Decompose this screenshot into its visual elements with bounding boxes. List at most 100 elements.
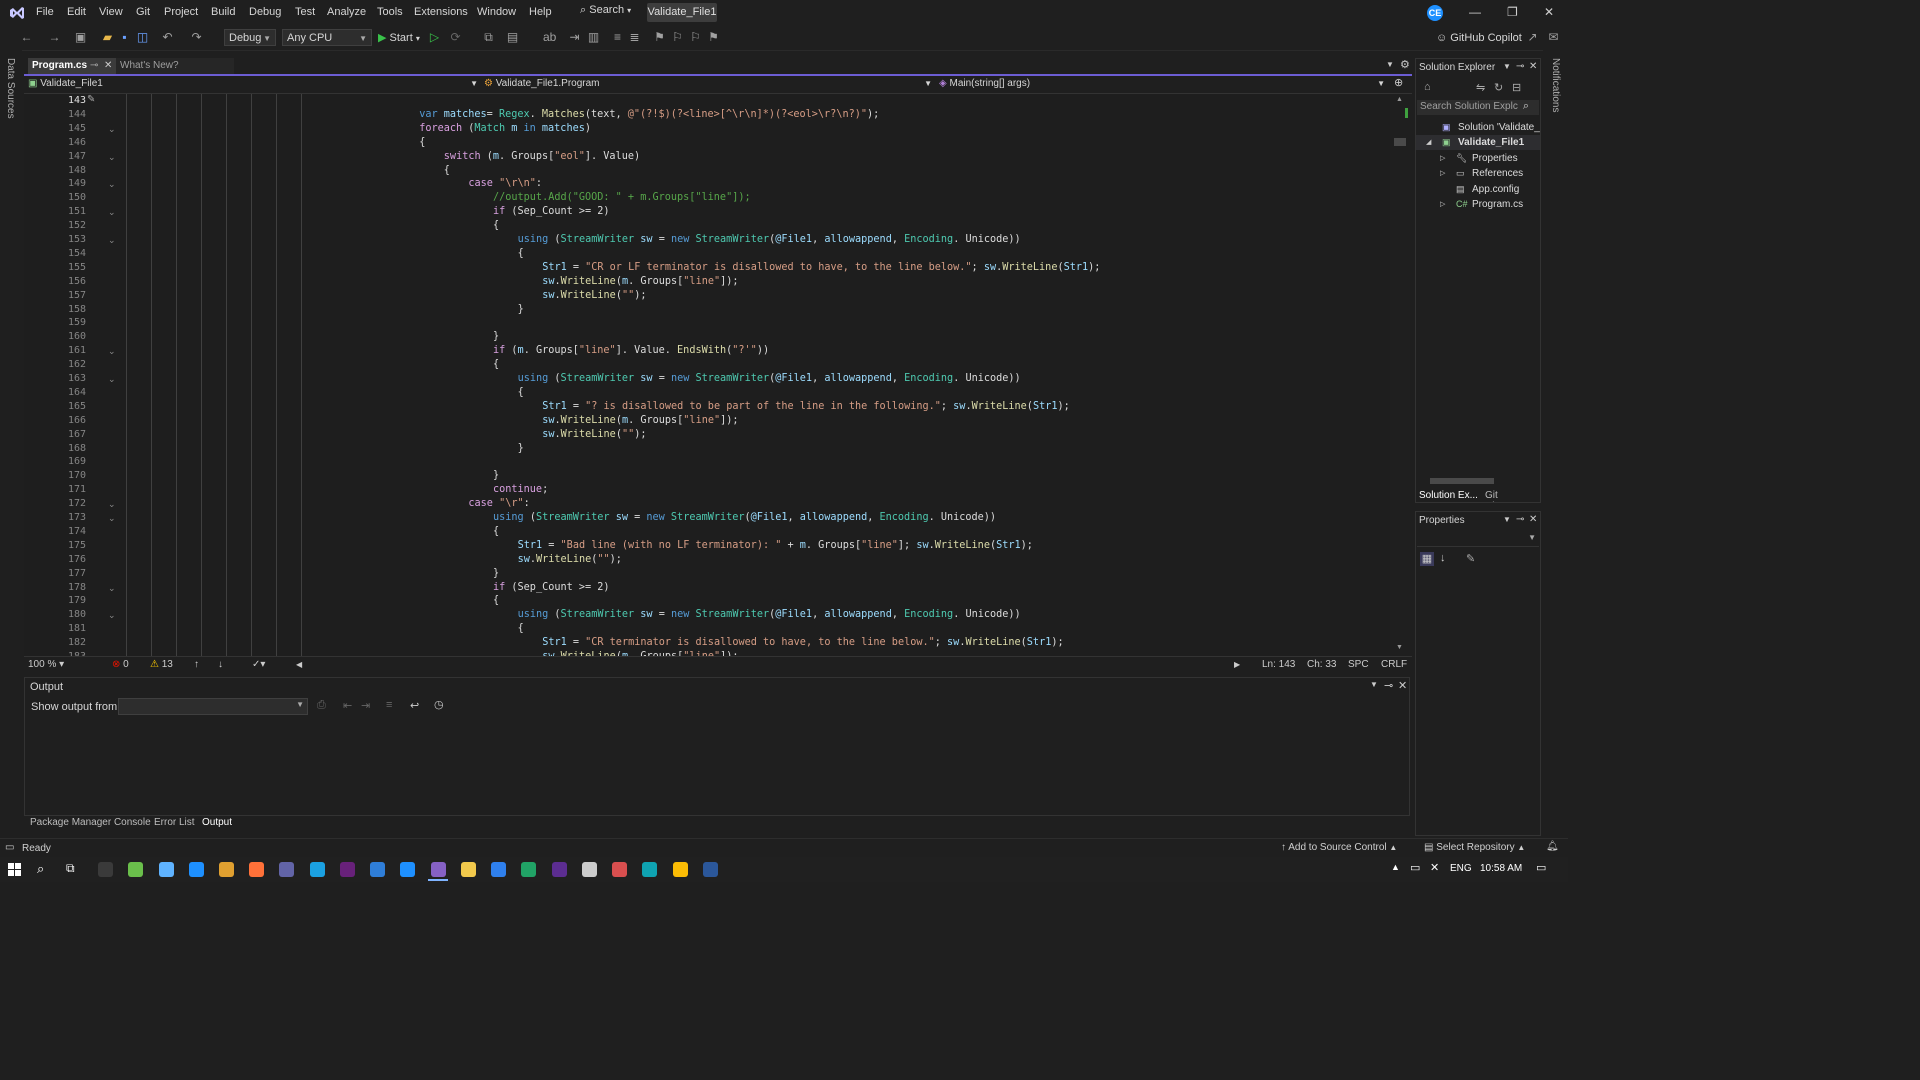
tree-item[interactable]: ▷ 🔧︎ Properties xyxy=(1416,151,1540,166)
expand-chevron-icon[interactable]: ▷ xyxy=(1440,197,1445,212)
alphabetical-icon[interactable]: ↓ xyxy=(1440,552,1446,564)
refresh-icon[interactable]: ↻ xyxy=(1494,81,1503,94)
scroll-thumb[interactable] xyxy=(1394,138,1406,146)
sync-icon[interactable]: ⇋ xyxy=(1476,81,1485,94)
notification-center-icon[interactable]: ▭ xyxy=(1536,861,1546,874)
bell-icon[interactable]: 🔔︎ xyxy=(1546,841,1559,852)
pin-icon[interactable]: ⊸ xyxy=(90,58,98,74)
language-indicator[interactable]: ENG xyxy=(1450,863,1472,874)
visual-studio-app-icon[interactable] xyxy=(431,862,446,877)
code-line[interactable]: 153 ⌄ using (StreamWriter sw = new StreamW… xyxy=(24,233,1390,247)
property-pages-icon[interactable]: ✎ xyxy=(1466,552,1475,565)
edge-dev-app-icon[interactable] xyxy=(189,862,204,877)
vs-code-app-icon[interactable] xyxy=(552,862,567,877)
code-line[interactable]: 172 ⌄ case "\r": xyxy=(24,497,1390,511)
code-line[interactable]: 146 { xyxy=(24,136,1390,150)
notifications-tab[interactable]: Notifications xyxy=(1550,58,1561,112)
thunderbird-app-icon[interactable] xyxy=(370,862,385,877)
tab-overflow-icon[interactable]: ▼ xyxy=(1386,60,1394,69)
forward-icon[interactable]: → xyxy=(48,31,61,44)
find-message-icon[interactable]: ⎙ xyxy=(317,699,326,712)
code-line[interactable]: 165 Str1 = "? is disallowed to be part of… xyxy=(24,400,1390,414)
tree-item[interactable]: ▷ C# Program.cs xyxy=(1416,197,1540,212)
close-icon[interactable]: ✕ xyxy=(1529,61,1537,72)
select-repository-button[interactable]: ▤ Select Repository ▲ xyxy=(1424,842,1525,853)
tree-item[interactable]: ▷ ▭ References xyxy=(1416,166,1540,181)
vscode-insiders-app-icon[interactable] xyxy=(310,862,325,877)
save-all-icon[interactable]: ◫ xyxy=(136,31,149,44)
pin-icon[interactable]: ⊸ xyxy=(1516,61,1524,72)
panel-options-icon[interactable]: ▼ xyxy=(1503,62,1511,71)
menu-item[interactable]: File xyxy=(36,6,54,18)
show-hidden-icons-icon[interactable]: ▲ xyxy=(1391,862,1400,872)
code-line[interactable]: 164 { xyxy=(24,386,1390,400)
tab-package-manager-console[interactable]: Package Manager Console xyxy=(30,817,151,828)
code-line[interactable]: 148 { xyxy=(24,164,1390,178)
close-icon[interactable]: ✕ xyxy=(1529,514,1537,525)
data-sources-tab[interactable]: Data Sources xyxy=(5,58,16,119)
fold-chevron-icon[interactable]: ⌄ xyxy=(108,150,116,164)
warning-indicator[interactable]: ⚠ 13 xyxy=(150,658,173,671)
scroll-up-icon[interactable]: ▲ xyxy=(1396,96,1403,103)
menu-item[interactable]: Debug xyxy=(249,6,281,18)
solution-name-button[interactable]: Validate_File1 xyxy=(647,3,717,22)
clear-all-icon[interactable]: ≡ xyxy=(386,699,392,711)
menu-item[interactable]: Edit xyxy=(67,6,86,18)
solution-configuration-select[interactable]: Debug ▼ xyxy=(224,29,276,46)
pin-icon[interactable]: ⊸ xyxy=(1516,514,1524,525)
paint-app-icon[interactable] xyxy=(128,862,143,877)
excel-app-icon[interactable] xyxy=(521,862,536,877)
fold-chevron-icon[interactable]: ⌄ xyxy=(108,122,116,136)
comment-out-icon[interactable]: ≡ xyxy=(611,31,624,44)
code-line[interactable]: 179 { xyxy=(24,594,1390,608)
tab-git-changes[interactable]: Git Changes xyxy=(1485,490,1540,502)
teams-app-icon[interactable] xyxy=(279,862,294,877)
code-line[interactable]: 160} xyxy=(24,330,1390,344)
code-line[interactable]: 166 sw.WriteLine(m. Groups["line"]); xyxy=(24,414,1390,428)
horizontal-scrollbar[interactable] xyxy=(1418,477,1538,485)
expand-chevron-icon[interactable]: ◢ xyxy=(1426,135,1431,150)
code-line[interactable]: 174 { xyxy=(24,525,1390,539)
network-icon[interactable]: ▭ xyxy=(1410,861,1420,874)
tree-item[interactable]: ▣ Solution 'Validate_File1' xyxy=(1416,120,1540,135)
code-line[interactable]: 178 ⌄ if (Sep_Count >= 2) xyxy=(24,581,1390,595)
task-view-icon[interactable]: ⧉ xyxy=(66,861,75,876)
share-icon[interactable]: ↗ xyxy=(1526,31,1539,44)
code-line[interactable]: 175 Str1 = "Bad line (with no LF terminat… xyxy=(24,539,1390,553)
spell-check-icon[interactable]: ab xyxy=(543,31,556,44)
code-line[interactable]: 152 { xyxy=(24,219,1390,233)
save-icon[interactable]: ▪ xyxy=(118,31,131,44)
code-line[interactable]: 180 ⌄ using (StreamWriter sw = new StreamW… xyxy=(24,608,1390,622)
code-line[interactable]: 144 var matches= Regex. Matches(text, @"(… xyxy=(24,108,1390,122)
split-editor-icon[interactable]: ⊕ xyxy=(1394,76,1403,89)
columns-icon[interactable]: ▥ xyxy=(587,31,600,44)
tree-item[interactable]: ▤ App.config xyxy=(1416,182,1540,197)
scroll-thumb[interactable] xyxy=(1430,478,1494,484)
fold-chevron-icon[interactable]: ⌄ xyxy=(108,344,116,358)
store-app-icon[interactable] xyxy=(491,862,506,877)
home-icon[interactable]: ⌂ xyxy=(1424,81,1431,93)
project-dropdown[interactable]: ▣ Validate_File1 ▼ xyxy=(28,76,478,92)
code-line[interactable]: 154 { xyxy=(24,247,1390,261)
code-line[interactable]: 170} xyxy=(24,469,1390,483)
menu-item[interactable]: Window xyxy=(477,6,516,18)
next-bookmark-icon[interactable]: ⚐ xyxy=(689,31,702,44)
code-line[interactable]: 177} xyxy=(24,567,1390,581)
restore-icon[interactable]: ❐ xyxy=(1507,5,1518,19)
solution-search-input[interactable]: Search Solution Explc ⌕ xyxy=(1417,100,1539,115)
spacing-indicator[interactable]: SPC xyxy=(1348,658,1369,671)
menu-item[interactable]: Analyze xyxy=(327,6,366,18)
code-line[interactable]: 181 { xyxy=(24,622,1390,636)
panel-options-icon[interactable]: ▼ xyxy=(1503,515,1511,524)
scroll-down-icon[interactable]: ▼ xyxy=(1396,644,1403,651)
code-line[interactable]: 176 sw.WriteLine(""); xyxy=(24,553,1390,567)
add-to-source-control-button[interactable]: ↑ Add to Source Control ▲ xyxy=(1281,842,1397,853)
code-line[interactable]: 182 Str1 = "CR terminator is disallowed t… xyxy=(24,636,1390,650)
terminal-app-icon[interactable] xyxy=(98,862,113,877)
menu-item[interactable]: Help xyxy=(529,6,552,18)
fold-chevron-icon[interactable]: ⌄ xyxy=(108,608,116,622)
fold-chevron-icon[interactable]: ⌄ xyxy=(108,497,116,511)
tab-error-list[interactable]: Error List xyxy=(154,817,195,828)
uncomment-icon[interactable]: ≣ xyxy=(628,31,641,44)
code-line[interactable]: 169 xyxy=(24,455,1390,469)
